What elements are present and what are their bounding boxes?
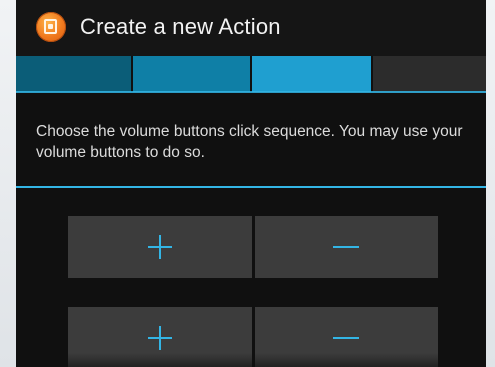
sequence-row [68, 307, 438, 367]
volume-down-button[interactable] [254, 307, 439, 367]
instruction-text: Choose the volume buttons click sequence… [36, 123, 463, 161]
volume-down-icon [255, 216, 439, 278]
app-glyph-icon [44, 19, 57, 34]
progress-step-4 [373, 56, 486, 92]
page-title: Create a new Action [80, 14, 281, 39]
device-frame: Create a new Action Choose the volume bu… [0, 0, 495, 367]
progress-step-3 [252, 56, 373, 92]
app-screen: Create a new Action Choose the volume bu… [16, 0, 486, 367]
volume-down-button[interactable] [254, 216, 439, 278]
app-orange-icon[interactable] [36, 12, 66, 42]
progress-underline [16, 91, 486, 93]
volume-up-icon [68, 216, 252, 278]
volume-down-icon [255, 307, 439, 367]
volume-up-button[interactable] [68, 216, 252, 278]
wizard-progress-bar [16, 56, 486, 92]
progress-step-1 [16, 56, 133, 92]
section-divider [16, 186, 486, 188]
progress-step-2 [133, 56, 252, 92]
sequence-row [68, 216, 438, 278]
volume-up-button[interactable] [68, 307, 252, 367]
title-bar: Create a new Action [16, 0, 486, 56]
volume-up-icon [68, 307, 252, 367]
